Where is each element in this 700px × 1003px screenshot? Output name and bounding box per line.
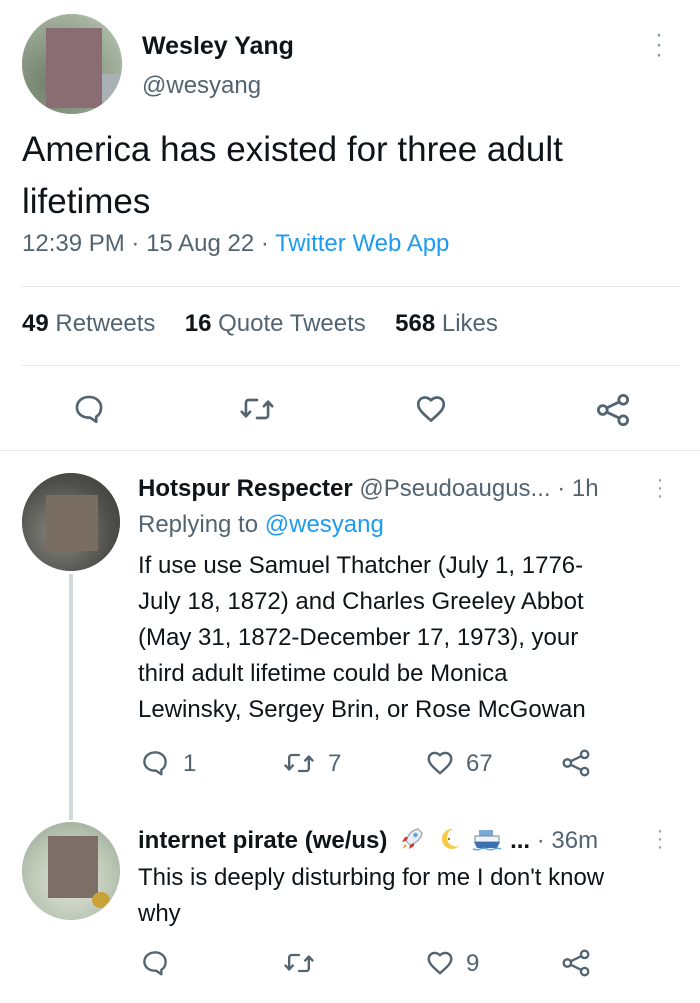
reply-text-line: (May 31, 1872-December 17, 1973), your [138,624,579,651]
retweet-count: 7 [328,750,342,777]
reply-text-line: If use use Samuel Thatcher (July 1, 1776… [138,552,584,579]
like-icon[interactable] [424,948,456,978]
separator: · [260,230,269,257]
reply-icon[interactable] [140,948,170,978]
reply-time[interactable]: · 36m [537,827,598,854]
quotes-count: 16 [184,310,212,337]
tweet-stats: 49 Retweets 16 Quote Tweets 568 Likes [22,310,498,338]
replying-to: Replying to @wesyang [138,511,384,539]
avatar-blur [46,495,98,551]
tweet-date[interactable]: 15 Aug 22 [146,230,254,257]
divider [22,365,680,366]
retweet-icon[interactable] [239,392,275,426]
reply-author-name[interactable]: Hotspur Respecter [138,475,353,502]
avatar[interactable] [22,14,122,114]
tweet-time[interactable]: 12:39 PM [22,230,125,257]
reply-text-line: Lewinsky, Sergey Brin, or Rose McGowan [138,696,586,723]
like-icon[interactable] [413,392,449,426]
reply-text-line: third adult lifetime could be Monica [138,660,508,687]
more-options-icon[interactable]: · · · [652,23,666,67]
moon-emoji [439,826,463,852]
avatar[interactable] [22,822,120,920]
name-truncation: ... [510,827,531,854]
reply-count: 1 [183,750,197,777]
reply-icon[interactable] [72,392,106,426]
tweet-source[interactable]: Twitter Web App [275,230,449,257]
reply-time[interactable]: · 1h [557,475,598,502]
like-icon[interactable] [424,748,456,778]
quotes-label: Quote Tweets [218,310,366,337]
share-icon[interactable] [560,748,592,778]
rocket-emoji [398,826,426,852]
like-count: 9 [466,950,480,977]
like-count: 67 [466,750,493,777]
author-name[interactable]: Wesley Yang [142,32,294,61]
reply-header: internet pirate (we/us) ... · 36m [138,826,598,855]
share-icon[interactable] [594,392,632,428]
reply-text: If use use Samuel Thatcher (July 1, 1776… [138,548,586,728]
divider [22,286,680,287]
more-options-icon[interactable]: · · · [653,470,667,506]
reply-header: Hotspur Respecter @Pseudoaugus... · 1h [138,475,599,503]
separator: · [131,230,140,257]
reply-author-handle[interactable]: @Pseudoaugus... [359,475,550,502]
replying-prefix: Replying to [138,511,259,538]
reply-text-line: July 18, 1872) and Charles Greeley Abbot [138,588,584,615]
tweet-text: America has existed for three adult life… [22,124,682,228]
more-options-icon[interactable]: · · · [653,821,667,857]
avatar-blur [46,28,102,108]
reply-text-line: This is deeply disturbing for me I don't… [138,864,605,891]
author-handle[interactable]: @wesyang [142,72,261,100]
thread-line [69,574,73,820]
retweets-count: 49 [22,310,49,337]
avatar[interactable] [22,473,120,571]
replying-to-handle[interactable]: @wesyang [265,511,384,538]
share-icon[interactable] [560,948,592,978]
retweet-icon[interactable] [283,748,315,778]
retweet-icon[interactable] [283,948,315,978]
reply-icon[interactable] [140,748,170,778]
quotes-stat[interactable]: 16 Quote Tweets [185,310,366,337]
likes-label: Likes [441,310,498,337]
tweet-text-line: America has existed for three adult [22,130,563,169]
avatar-blur [48,836,98,898]
retweets-label: Retweets [55,310,156,337]
likes-stat[interactable]: 568 Likes [395,310,498,337]
ship-emoji [471,826,503,852]
reply-author-name[interactable]: internet pirate (we/us) [138,827,387,854]
reply-text-line: why [138,900,181,927]
reply-text: This is deeply disturbing for me I don't… [138,860,604,932]
divider [0,450,700,451]
tweet-meta: 12:39 PM · 15 Aug 22 · Twitter Web App [22,230,449,258]
likes-count: 568 [395,310,436,337]
tweet-text-line: lifetimes [22,182,151,221]
retweets-stat[interactable]: 49 Retweets [22,310,155,337]
